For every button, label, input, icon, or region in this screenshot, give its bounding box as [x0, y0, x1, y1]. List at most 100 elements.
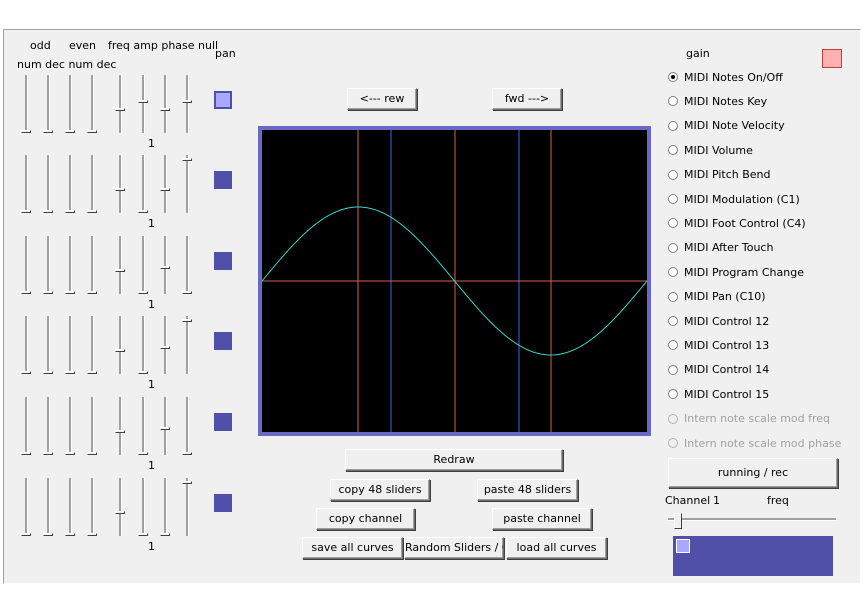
midi-target-option[interactable]: MIDI After Touch	[668, 238, 773, 258]
param-slider[interactable]	[138, 236, 148, 294]
param-slider[interactable]	[138, 478, 148, 536]
slider-thumb[interactable]	[87, 210, 97, 213]
param-slider[interactable]	[87, 236, 97, 294]
param-slider[interactable]	[160, 478, 170, 536]
radio-button[interactable]	[668, 242, 678, 253]
slider-thumb[interactable]	[182, 481, 192, 484]
radio-button[interactable]	[668, 291, 678, 302]
slider-thumb[interactable]	[160, 266, 170, 269]
color-swatch-panel[interactable]	[673, 536, 833, 576]
param-slider[interactable]	[87, 155, 97, 213]
param-slider[interactable]	[115, 155, 125, 213]
param-slider[interactable]	[87, 75, 97, 133]
midi-target-option[interactable]: MIDI Pitch Bend	[668, 165, 771, 185]
slider-thumb[interactable]	[138, 452, 148, 455]
forward-button[interactable]: fwd --->	[492, 88, 562, 110]
slider-thumb[interactable]	[21, 371, 31, 374]
param-slider[interactable]	[65, 236, 75, 294]
param-slider[interactable]	[21, 316, 31, 374]
param-slider[interactable]	[160, 236, 170, 294]
slider-thumb[interactable]	[65, 452, 75, 455]
radio-button[interactable]	[668, 96, 678, 107]
slider-thumb[interactable]	[182, 100, 192, 103]
radio-button[interactable]	[668, 267, 678, 278]
midi-target-option[interactable]: MIDI Control 13	[668, 335, 769, 355]
param-slider[interactable]	[160, 397, 170, 455]
slider-thumb[interactable]	[138, 210, 148, 213]
radio-button[interactable]	[668, 316, 678, 326]
param-slider[interactable]	[65, 397, 75, 455]
copy-channel-button[interactable]: copy channel	[316, 508, 415, 530]
slider-thumb[interactable]	[138, 371, 148, 374]
slider-thumb[interactable]	[182, 452, 192, 455]
param-slider[interactable]	[138, 316, 148, 374]
radio-button[interactable]	[668, 145, 678, 156]
gain-indicator[interactable]	[822, 49, 842, 68]
param-slider[interactable]	[43, 478, 53, 536]
midi-target-option[interactable]: MIDI Modulation (C1)	[668, 189, 800, 209]
slider-thumb[interactable]	[65, 130, 75, 133]
param-slider[interactable]	[87, 397, 97, 455]
param-slider[interactable]	[21, 155, 31, 213]
slider-thumb[interactable]	[65, 371, 75, 374]
param-slider[interactable]	[65, 478, 75, 536]
pan-indicator[interactable]	[214, 494, 232, 512]
slider-thumb[interactable]	[115, 511, 125, 514]
slider-thumb[interactable]	[138, 533, 148, 536]
param-slider[interactable]	[87, 316, 97, 374]
midi-target-option[interactable]: MIDI Note Velocity	[668, 116, 785, 136]
slider-thumb[interactable]	[65, 291, 75, 294]
midi-target-option[interactable]: MIDI Foot Control (C4)	[668, 213, 806, 233]
param-slider[interactable]	[21, 75, 31, 133]
slider-thumb[interactable]	[87, 291, 97, 294]
param-slider[interactable]	[160, 316, 170, 374]
midi-target-option[interactable]: MIDI Control 15	[668, 384, 769, 404]
pan-indicator[interactable]	[214, 91, 232, 109]
color-swatch-selected[interactable]	[676, 539, 690, 553]
param-slider[interactable]	[43, 75, 53, 133]
slider-thumb[interactable]	[115, 349, 125, 352]
param-slider[interactable]	[115, 75, 125, 133]
param-slider[interactable]	[160, 155, 170, 213]
slider-thumb[interactable]	[21, 533, 31, 536]
slider-thumb[interactable]	[182, 158, 192, 161]
radio-button[interactable]	[668, 120, 678, 131]
param-slider[interactable]	[43, 155, 53, 213]
radio-button[interactable]	[668, 389, 678, 400]
param-slider[interactable]	[115, 478, 125, 536]
slider-thumb[interactable]	[160, 346, 170, 349]
slider-thumb[interactable]	[160, 427, 170, 430]
slider-thumb[interactable]	[115, 269, 125, 272]
param-slider[interactable]	[182, 316, 192, 374]
slider-thumb[interactable]	[87, 371, 97, 374]
pan-indicator[interactable]	[214, 171, 232, 189]
pan-indicator[interactable]	[214, 252, 232, 270]
param-slider[interactable]	[43, 316, 53, 374]
midi-target-option[interactable]: MIDI Program Change	[668, 262, 804, 282]
param-slider[interactable]	[21, 478, 31, 536]
slider-thumb[interactable]	[21, 130, 31, 133]
slider-thumb[interactable]	[182, 291, 192, 294]
copy-48-sliders-button[interactable]: copy 48 sliders	[330, 479, 430, 501]
radio-button[interactable]	[668, 194, 678, 204]
param-slider[interactable]	[65, 316, 75, 374]
radio-button[interactable]	[668, 364, 678, 375]
pan-indicator[interactable]	[214, 413, 232, 431]
radio-button[interactable]	[668, 340, 678, 351]
param-slider[interactable]	[115, 236, 125, 294]
slider-thumb[interactable]	[87, 130, 97, 133]
paste-48-sliders-button[interactable]: paste 48 sliders	[477, 479, 578, 501]
slider-thumb[interactable]	[43, 452, 53, 455]
paste-channel-button[interactable]: paste channel	[492, 508, 592, 530]
redraw-button[interactable]: Redraw	[345, 449, 563, 471]
param-slider[interactable]	[21, 397, 31, 455]
param-slider[interactable]	[182, 236, 192, 294]
slider-thumb[interactable]	[115, 108, 125, 111]
channel-slider-thumb[interactable]	[674, 513, 682, 529]
slider-thumb[interactable]	[160, 188, 170, 191]
slider-thumb[interactable]	[87, 533, 97, 536]
slider-thumb[interactable]	[21, 291, 31, 294]
slider-thumb[interactable]	[182, 319, 192, 322]
slider-thumb[interactable]	[43, 291, 53, 294]
param-slider[interactable]	[65, 155, 75, 213]
